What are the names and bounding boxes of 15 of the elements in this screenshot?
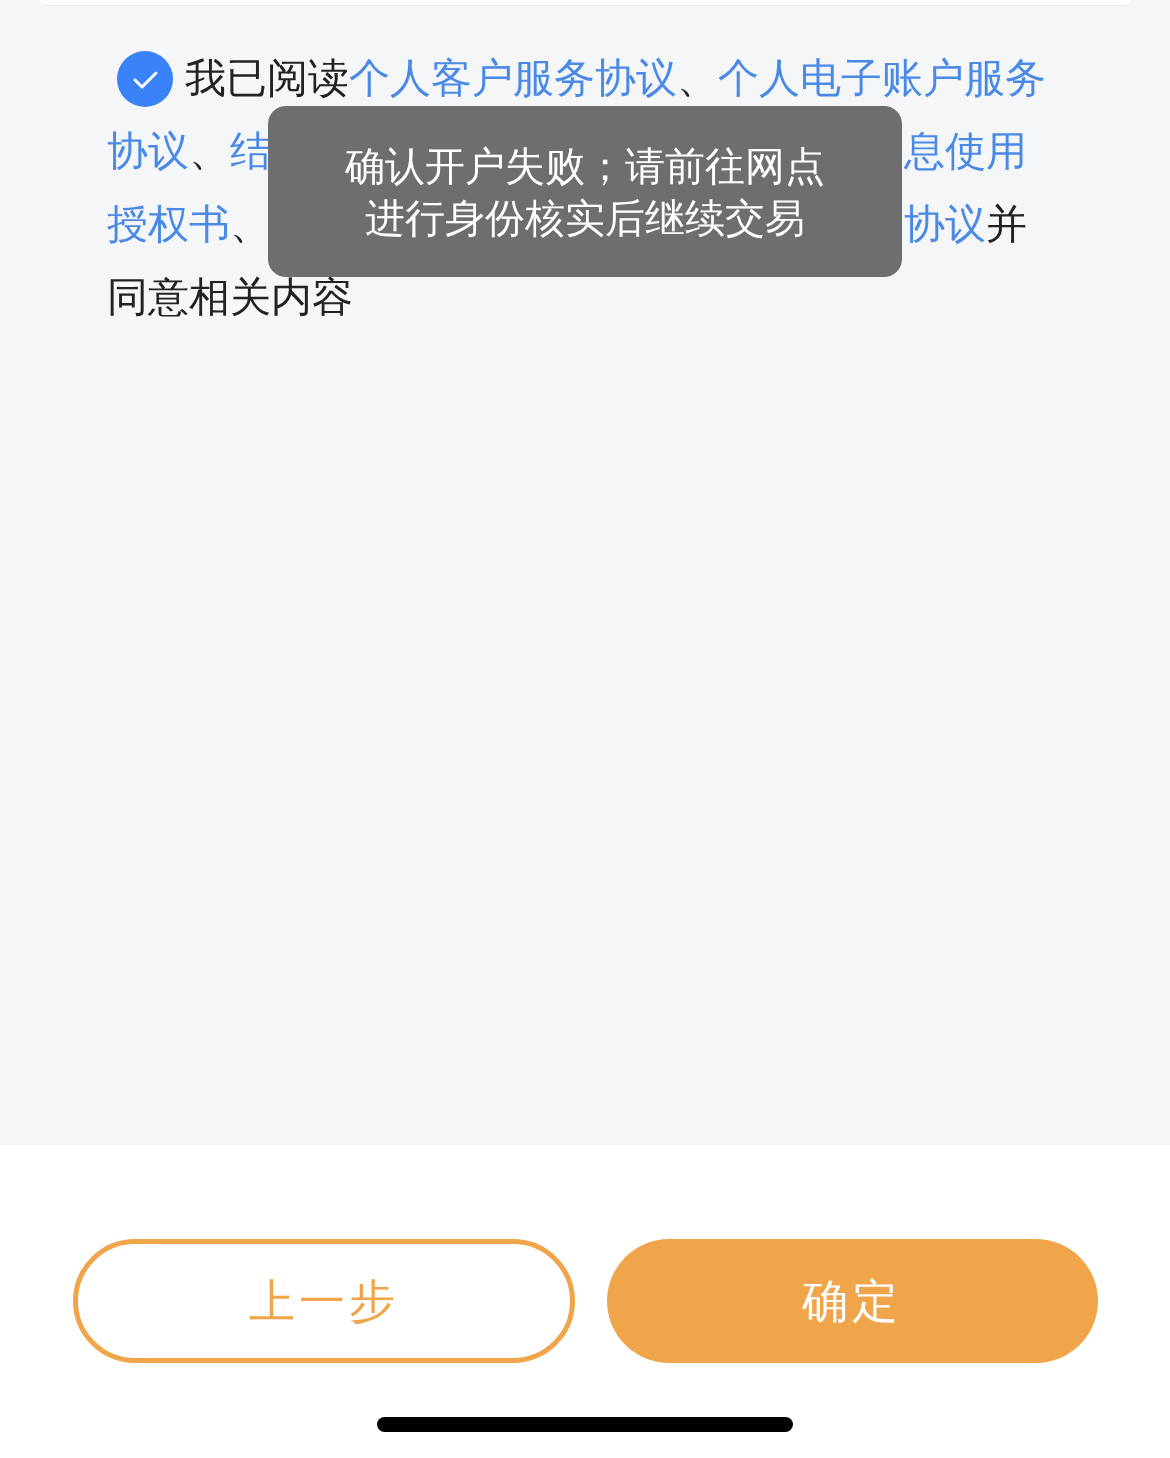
error-toast: 确认开户失败；请前往网点 进行身份核实后继续交易 [268, 106, 902, 277]
agreement-link[interactable]: 个人电子账户服务 [718, 54, 1046, 103]
back-button[interactable]: 上一步 [73, 1239, 575, 1363]
agreement-link[interactable]: 授权书 [107, 200, 230, 249]
agreement-link[interactable]: 协议 [904, 200, 986, 249]
agreement-link[interactable]: 协议 [107, 127, 189, 176]
agreement-link[interactable]: 个人客户服务协议 [349, 54, 677, 103]
agreement-text: 并 [986, 200, 1027, 249]
agreement-text: 、 [189, 127, 230, 176]
confirm-button[interactable]: 确定 [606, 1239, 1098, 1363]
agreement-text: 我已阅读 [185, 54, 349, 103]
agreement-text: 、 [677, 54, 718, 103]
agreement-link[interactable]: 息使用 [904, 127, 1027, 176]
agreement-link[interactable]: 结 [230, 127, 271, 176]
agreement-text: 、 [230, 200, 271, 249]
